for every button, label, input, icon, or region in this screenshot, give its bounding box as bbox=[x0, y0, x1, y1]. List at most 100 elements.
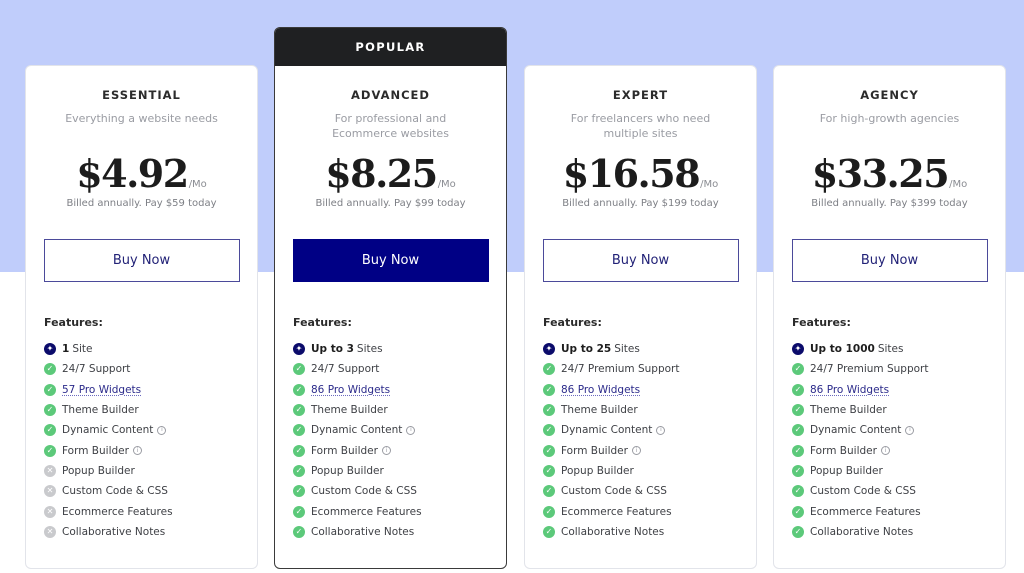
buy-now-button[interactable]: Buy Now bbox=[43, 239, 240, 282]
pro-widgets-link[interactable]: 57 Pro Widgets bbox=[62, 384, 141, 396]
check-icon: ✓ bbox=[44, 404, 56, 417]
sites-label: Site bbox=[72, 343, 93, 356]
price-period: /Mo bbox=[700, 179, 719, 190]
sites-count: Up to 25 bbox=[561, 343, 612, 356]
price-row: $33.25/Mo bbox=[774, 151, 1005, 196]
buy-now-button[interactable]: Buy Now bbox=[542, 239, 739, 282]
sites-icon: ✦ bbox=[792, 343, 804, 356]
feature-item: ✓ Dynamic Content i bbox=[293, 420, 506, 440]
features-title: Features: bbox=[44, 316, 103, 329]
feature-sites: ✦ Up to 25 Sites bbox=[543, 339, 756, 359]
features-list: Features: ✦ Up to 1000 Sites ✓ 24/7 Premi… bbox=[792, 316, 1005, 542]
plan-name: EXPERT bbox=[612, 88, 669, 102]
info-icon[interactable]: i bbox=[656, 425, 666, 435]
info-icon[interactable]: i bbox=[905, 425, 915, 435]
feature-item: ✓ Custom Code & CSS bbox=[543, 481, 756, 501]
feature-item: ✓ Collaborative Notes bbox=[293, 522, 506, 542]
feature-item: ✓ Form Builder i bbox=[293, 440, 506, 460]
pro-widgets-link[interactable]: 86 Pro Widgets bbox=[810, 384, 889, 396]
plan-name: ESSENTIAL bbox=[102, 88, 181, 102]
feature-item: ✓ Collaborative Notes bbox=[792, 522, 1005, 542]
feature-label: Ecommerce Features bbox=[561, 505, 672, 518]
feature-label: Form Builder bbox=[810, 444, 877, 457]
check-icon: ✓ bbox=[792, 363, 804, 376]
feature-sites: ✦ Up to 3 Sites bbox=[293, 339, 506, 359]
feature-label: Custom Code & CSS bbox=[810, 485, 916, 498]
feature-item: ✓ Dynamic Content i bbox=[792, 420, 1005, 440]
feature-item: ✓ Collaborative Notes bbox=[543, 522, 756, 542]
feature-item: ✓ Ecommerce Features bbox=[293, 501, 506, 521]
plan-price: $8.25 bbox=[325, 151, 438, 196]
price-period: /Mo bbox=[437, 179, 456, 190]
features-list: Features: ✦ Up to 3 Sites ✓ 24/7 Support ✓… bbox=[293, 316, 506, 542]
billing-note: Billed annually. Pay $399 today bbox=[811, 198, 968, 209]
check-icon: ✓ bbox=[543, 363, 555, 376]
feature-item: ✕ Collaborative Notes bbox=[44, 522, 257, 542]
buy-now-button[interactable]: Buy Now bbox=[292, 239, 489, 282]
cross-icon: ✕ bbox=[44, 505, 56, 518]
plan-price: $16.58 bbox=[562, 151, 701, 196]
feature-item: ✓ Ecommerce Features bbox=[792, 501, 1005, 521]
check-icon: ✓ bbox=[293, 424, 305, 437]
feature-label: Dynamic Content bbox=[561, 424, 653, 437]
check-icon: ✓ bbox=[293, 363, 305, 376]
feature-item: ✓ Form Builder i bbox=[543, 440, 756, 460]
sites-count: Up to 1000 bbox=[810, 343, 875, 356]
plan-name: AGENCY bbox=[860, 88, 919, 102]
info-icon[interactable]: i bbox=[880, 446, 890, 456]
feature-item: ✓ Custom Code & CSS bbox=[293, 481, 506, 501]
feature-item: ✓ Form Builder i bbox=[792, 440, 1005, 460]
plan-description: For freelancers who need multiple sites bbox=[570, 112, 711, 140]
feature-item: ✓ Theme Builder bbox=[543, 400, 756, 420]
pro-widgets-link[interactable]: 86 Pro Widgets bbox=[561, 384, 640, 396]
check-icon: ✓ bbox=[44, 383, 56, 396]
feature-label: 24/7 Premium Support bbox=[810, 363, 929, 376]
info-icon[interactable]: i bbox=[381, 446, 391, 456]
check-icon: ✓ bbox=[44, 444, 56, 457]
feature-item: ✕ Ecommerce Features bbox=[44, 501, 257, 521]
feature-item: ✓ 24/7 Support bbox=[44, 359, 257, 379]
check-icon: ✓ bbox=[543, 485, 555, 498]
plan-price: $33.25 bbox=[811, 151, 950, 196]
check-icon: ✓ bbox=[44, 363, 56, 376]
feature-item: ✓ Theme Builder bbox=[792, 400, 1005, 420]
check-icon: ✓ bbox=[293, 464, 305, 477]
check-icon: ✓ bbox=[792, 383, 804, 396]
price-row: $8.25/Mo bbox=[275, 151, 506, 196]
check-icon: ✓ bbox=[543, 464, 555, 477]
feature-item: ✓ Ecommerce Features bbox=[543, 501, 756, 521]
feature-label: Form Builder bbox=[62, 444, 129, 457]
billing-note: Billed annually. Pay $199 today bbox=[562, 198, 719, 209]
popular-badge: POPULAR bbox=[275, 28, 506, 66]
feature-item: ✓ 86 Pro Widgets bbox=[293, 380, 506, 400]
feature-sites: ✦ 1 Site bbox=[44, 339, 257, 359]
plan-description: For high-growth agencies bbox=[819, 112, 960, 125]
sites-count: Up to 3 bbox=[311, 343, 354, 356]
sites-label: Sites bbox=[356, 343, 383, 356]
feature-label: Custom Code & CSS bbox=[62, 485, 168, 498]
info-icon[interactable]: i bbox=[631, 446, 641, 456]
buy-now-button[interactable]: Buy Now bbox=[791, 239, 988, 282]
check-icon: ✓ bbox=[792, 444, 804, 457]
check-icon: ✓ bbox=[293, 404, 305, 417]
info-icon[interactable]: i bbox=[157, 425, 167, 435]
feature-label: Ecommerce Features bbox=[311, 505, 422, 518]
feature-item: ✕ Custom Code & CSS bbox=[44, 481, 257, 501]
info-icon[interactable]: i bbox=[132, 446, 142, 456]
sites-icon: ✦ bbox=[293, 343, 305, 356]
info-icon[interactable]: i bbox=[406, 425, 416, 435]
feature-label: Popup Builder bbox=[561, 464, 634, 477]
feature-label: Theme Builder bbox=[810, 404, 887, 417]
cross-icon: ✕ bbox=[44, 525, 56, 538]
check-icon: ✓ bbox=[543, 525, 555, 538]
feature-label: Popup Builder bbox=[311, 464, 384, 477]
check-icon: ✓ bbox=[293, 485, 305, 498]
feature-label: Custom Code & CSS bbox=[561, 485, 667, 498]
feature-item: ✕ Popup Builder bbox=[44, 461, 257, 481]
features-list: Features: ✦ 1 Site ✓ 24/7 Support ✓ 57 Pro … bbox=[44, 316, 257, 542]
check-icon: ✓ bbox=[792, 485, 804, 498]
plan-description: For professional and Ecommerce websites bbox=[332, 112, 449, 140]
cross-icon: ✕ bbox=[44, 485, 56, 498]
feature-label: Dynamic Content bbox=[311, 424, 403, 437]
pro-widgets-link[interactable]: 86 Pro Widgets bbox=[311, 384, 390, 396]
